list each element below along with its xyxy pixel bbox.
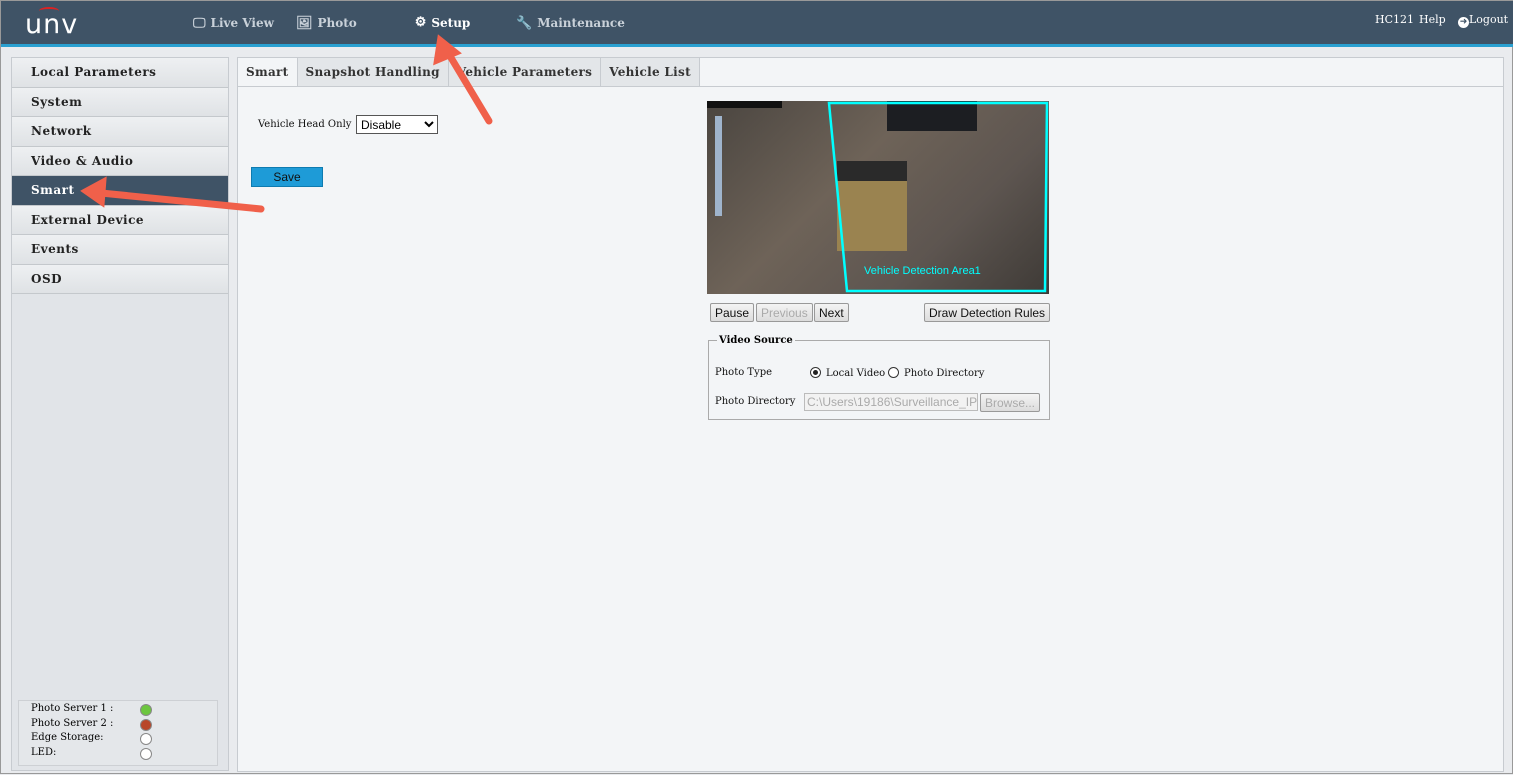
pause-button[interactable]: Pause (710, 303, 755, 322)
video-source-group: Video Source Photo Type Local Video Phot… (708, 335, 1050, 420)
vehicle-head-only-select[interactable]: Disable (356, 115, 438, 134)
status-indicator-icon (140, 733, 152, 745)
status-indicator-icon (140, 704, 152, 716)
sidebar-item-external-device[interactable]: External Device (12, 205, 228, 235)
status-photo-server-1: Photo Server 1 : (31, 703, 205, 718)
status-panel: Photo Server 1 : Photo Server 2 : Edge S… (18, 700, 218, 766)
sidebar-item-network[interactable]: Network (12, 117, 228, 147)
video-preview[interactable]: Vehicle Detection Area1 (707, 101, 1049, 294)
photo-directory-label: Photo Directory (715, 396, 796, 407)
nav-live-view[interactable]: 🖵 Live View (193, 1, 274, 45)
previous-button[interactable]: Previous (756, 303, 813, 322)
draw-detection-rules-button[interactable]: Draw Detection Rules (924, 303, 1051, 322)
photo-type-label: Photo Type (715, 367, 773, 378)
top-header: UNV 🖵 Live View 🖼 Photo ⚙ Setup 🔧 Maintenanc… (1, 1, 1513, 47)
detection-area-label: Vehicle Detection Area1 (864, 265, 981, 277)
status-led: LED: (31, 747, 205, 762)
monitor-icon: 🖵 (193, 15, 206, 31)
tab-smart[interactable]: Smart (238, 58, 298, 86)
sidebar-item-osd[interactable]: OSD (12, 264, 228, 294)
help-link[interactable]: Help (1419, 13, 1446, 26)
status-indicator-icon (140, 718, 152, 731)
username: HC121 (1375, 13, 1415, 26)
sidebar-item-video-audio[interactable]: Video & Audio (12, 146, 228, 176)
wrench-icon: 🔧 (516, 15, 533, 31)
vehicle-head-only-label: Vehicle Head Only (258, 119, 352, 130)
sidebar-item-events[interactable]: Events (12, 235, 228, 265)
save-button[interactable]: Save (251, 167, 323, 187)
next-button[interactable]: Next (814, 303, 849, 322)
photo-directory-input[interactable]: C:\Users\19186\Surveillance_IP( (804, 393, 978, 411)
tab-vehicle-list[interactable]: Vehicle List (601, 58, 700, 86)
main-panel: Smart Snapshot Handling Vehicle Paramete… (237, 57, 1504, 772)
gear-icon: ⚙ (414, 15, 427, 30)
sidebar-item-smart[interactable]: Smart (12, 176, 228, 206)
nav-photo[interactable]: 🖼 Photo (296, 1, 357, 45)
radio-selected-icon (810, 367, 821, 378)
unv-logo: UNV (25, 7, 79, 40)
tab-snapshot-handling[interactable]: Snapshot Handling (297, 58, 449, 86)
logout-link[interactable]: ➜ Logout (1458, 13, 1508, 28)
sidebar-item-local-parameters[interactable]: Local Parameters (12, 58, 228, 88)
tab-vehicle-parameters[interactable]: Vehicle Parameters (448, 58, 602, 86)
nav-maintenance[interactable]: 🔧 Maintenance (516, 1, 625, 45)
tab-bar: Smart Snapshot Handling Vehicle Paramete… (238, 58, 1503, 87)
sidebar: Local Parameters System Network Video & … (11, 57, 229, 771)
browse-button[interactable]: Browse... (980, 393, 1041, 412)
nav-setup[interactable]: ⚙ Setup (391, 1, 494, 47)
radio-unselected-icon (888, 367, 899, 378)
radio-photo-directory[interactable]: Photo Directory (888, 367, 984, 379)
status-indicator-icon (140, 747, 152, 760)
radio-local-video[interactable]: Local Video (810, 367, 885, 379)
status-edge-storage: Edge Storage: (31, 732, 205, 747)
sidebar-item-system[interactable]: System (12, 87, 228, 117)
status-photo-server-2: Photo Server 2 : (31, 718, 205, 733)
image-icon: 🖼 (296, 15, 313, 31)
logout-icon: ➜ (1458, 17, 1469, 28)
